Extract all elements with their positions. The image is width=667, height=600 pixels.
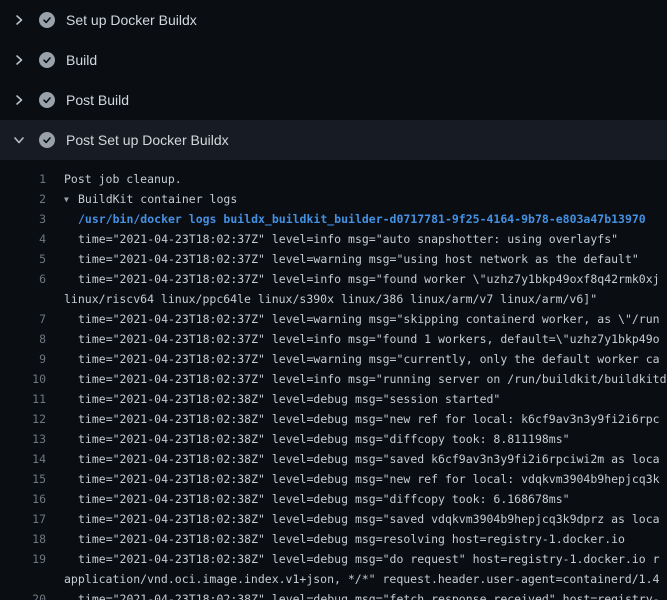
log-line: 12 time="2021-04-23T18:02:38Z" level=deb… bbox=[0, 409, 667, 429]
line-number[interactable]: 18 bbox=[0, 529, 46, 549]
log-text: time="2021-04-23T18:02:37Z" level=info m… bbox=[78, 232, 618, 246]
log-line: 11 time="2021-04-23T18:02:38Z" level=deb… bbox=[0, 389, 667, 409]
chevron-down-icon[interactable] bbox=[12, 133, 26, 147]
line-number[interactable]: 4 bbox=[0, 229, 46, 249]
log-line: application/vnd.oci.image.index.v1+json,… bbox=[0, 569, 667, 589]
log-text: time="2021-04-23T18:02:38Z" level=debug … bbox=[78, 392, 500, 406]
line-number[interactable]: 11 bbox=[0, 389, 46, 409]
step-row[interactable]: Set up Docker Buildx bbox=[0, 0, 667, 40]
line-number[interactable]: 14 bbox=[0, 449, 46, 469]
log-text: time="2021-04-23T18:02:38Z" level=debug … bbox=[78, 472, 660, 486]
log-group-triangle-icon[interactable]: ▼ bbox=[64, 190, 78, 209]
line-number[interactable]: 10 bbox=[0, 369, 46, 389]
log-line: 18 time="2021-04-23T18:02:38Z" level=deb… bbox=[0, 529, 667, 549]
line-number[interactable]: 15 bbox=[0, 469, 46, 489]
log-text: time="2021-04-23T18:02:38Z" level=debug … bbox=[78, 492, 570, 506]
log-line: 20 time="2021-04-23T18:02:38Z" level=deb… bbox=[0, 589, 667, 600]
log-line: 4 time="2021-04-23T18:02:37Z" level=info… bbox=[0, 229, 667, 249]
log-line: 13 time="2021-04-23T18:02:38Z" level=deb… bbox=[0, 429, 667, 449]
log-line: 2 ▼BuildKit container logs bbox=[0, 189, 667, 209]
log-line: linux/riscv64 linux/ppc64le linux/s390x … bbox=[0, 289, 667, 309]
log-text: time="2021-04-23T18:02:37Z" level=info m… bbox=[78, 372, 667, 386]
log-line: 10 time="2021-04-23T18:02:37Z" level=inf… bbox=[0, 369, 667, 389]
log-line: 9 time="2021-04-23T18:02:37Z" level=warn… bbox=[0, 349, 667, 369]
step-label: Build bbox=[66, 52, 97, 68]
log-line: 15 time="2021-04-23T18:02:38Z" level=deb… bbox=[0, 469, 667, 489]
log-line: 19 time="2021-04-23T18:02:38Z" level=deb… bbox=[0, 549, 667, 569]
line-number[interactable] bbox=[0, 569, 46, 589]
log-line: 1 Post job cleanup. bbox=[0, 169, 667, 189]
log-output: 1 Post job cleanup. 2 ▼BuildKit containe… bbox=[0, 160, 667, 600]
log-text: time="2021-04-23T18:02:38Z" level=debug … bbox=[78, 452, 660, 466]
chevron-right-icon[interactable] bbox=[12, 13, 26, 27]
step-label: Post Set up Docker Buildx bbox=[66, 132, 229, 148]
line-number[interactable]: 1 bbox=[0, 169, 46, 189]
log-text: time="2021-04-23T18:02:37Z" level=warnin… bbox=[78, 352, 660, 366]
log-text: time="2021-04-23T18:02:37Z" level=info m… bbox=[78, 272, 660, 286]
log-text: application/vnd.oci.image.index.v1+json,… bbox=[64, 572, 659, 586]
chevron-right-icon[interactable] bbox=[12, 53, 26, 67]
log-line: 8 time="2021-04-23T18:02:37Z" level=info… bbox=[0, 329, 667, 349]
line-number[interactable]: 17 bbox=[0, 509, 46, 529]
chevron-right-icon[interactable] bbox=[12, 93, 26, 107]
line-number[interactable]: 2 bbox=[0, 189, 46, 209]
log-text: time="2021-04-23T18:02:38Z" level=debug … bbox=[78, 592, 660, 600]
actions-log-viewer: Set up Docker Buildx Build Post Build bbox=[0, 0, 667, 600]
line-number[interactable]: 16 bbox=[0, 489, 46, 509]
check-circle-icon bbox=[39, 132, 55, 148]
step-row[interactable]: Post Set up Docker Buildx bbox=[0, 120, 667, 160]
log-line: 6 time="2021-04-23T18:02:37Z" level=info… bbox=[0, 269, 667, 289]
log-line: 3 /usr/bin/docker logs buildx_buildkit_b… bbox=[0, 209, 667, 229]
line-number[interactable]: 6 bbox=[0, 269, 46, 289]
step-label: Post Build bbox=[66, 92, 129, 108]
check-circle-icon bbox=[39, 92, 55, 108]
line-number[interactable]: 19 bbox=[0, 549, 46, 569]
line-number[interactable]: 7 bbox=[0, 309, 46, 329]
log-text: time="2021-04-23T18:02:38Z" level=debug … bbox=[78, 512, 660, 526]
line-number[interactable]: 3 bbox=[0, 209, 46, 229]
check-circle-icon bbox=[39, 12, 55, 28]
line-number[interactable]: 20 bbox=[0, 589, 46, 600]
log-text: time="2021-04-23T18:02:38Z" level=debug … bbox=[78, 552, 660, 566]
steps-list: Set up Docker Buildx Build Post Build bbox=[0, 0, 667, 160]
log-text: time="2021-04-23T18:02:38Z" level=debug … bbox=[78, 432, 570, 446]
step-row[interactable]: Post Build bbox=[0, 80, 667, 120]
log-text[interactable]: BuildKit container logs bbox=[78, 192, 237, 206]
log-line: 7 time="2021-04-23T18:02:37Z" level=warn… bbox=[0, 309, 667, 329]
step-label: Set up Docker Buildx bbox=[66, 12, 197, 28]
log-text: Post job cleanup. bbox=[64, 172, 182, 186]
step-row[interactable]: Build bbox=[0, 40, 667, 80]
line-number[interactable]: 8 bbox=[0, 329, 46, 349]
log-line: 14 time="2021-04-23T18:02:38Z" level=deb… bbox=[0, 449, 667, 469]
log-text: time="2021-04-23T18:02:37Z" level=warnin… bbox=[78, 312, 660, 326]
line-number[interactable]: 5 bbox=[0, 249, 46, 269]
log-text: /usr/bin/docker logs buildx_buildkit_bui… bbox=[78, 212, 646, 226]
log-text: time="2021-04-23T18:02:37Z" level=warnin… bbox=[78, 252, 639, 266]
line-number[interactable] bbox=[0, 289, 46, 309]
log-text: time="2021-04-23T18:02:38Z" level=debug … bbox=[78, 412, 660, 426]
check-circle-icon bbox=[39, 52, 55, 68]
log-line: 5 time="2021-04-23T18:02:37Z" level=warn… bbox=[0, 249, 667, 269]
log-text: time="2021-04-23T18:02:37Z" level=info m… bbox=[78, 332, 660, 346]
log-text: time="2021-04-23T18:02:38Z" level=debug … bbox=[78, 532, 625, 546]
line-number[interactable]: 12 bbox=[0, 409, 46, 429]
log-text: linux/riscv64 linux/ppc64le linux/s390x … bbox=[64, 292, 597, 306]
log-line: 17 time="2021-04-23T18:02:38Z" level=deb… bbox=[0, 509, 667, 529]
line-number[interactable]: 9 bbox=[0, 349, 46, 369]
log-line: 16 time="2021-04-23T18:02:38Z" level=deb… bbox=[0, 489, 667, 509]
line-number[interactable]: 13 bbox=[0, 429, 46, 449]
